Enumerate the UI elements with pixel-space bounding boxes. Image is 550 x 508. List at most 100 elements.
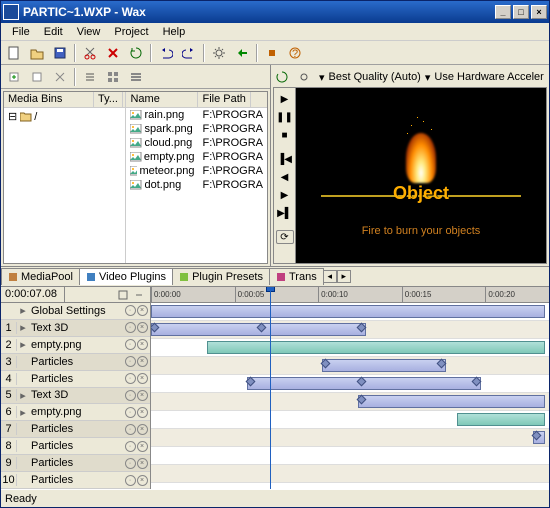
track-tool[interactable]: ·	[125, 441, 136, 452]
track-header[interactable]: 5▸Text 3D·×	[1, 388, 150, 405]
track-header[interactable]: 2▸empty.png·×	[1, 337, 150, 354]
timecode-display[interactable]: 0:00:07.08	[1, 287, 65, 302]
close-button[interactable]: ×	[531, 5, 547, 19]
menu-file[interactable]: File	[5, 24, 37, 40]
track-mute[interactable]: ×	[137, 373, 148, 384]
track-mute[interactable]: ×	[137, 441, 148, 452]
first-frame-button[interactable]: ▐◀	[277, 152, 293, 166]
track-tool[interactable]: ·	[125, 322, 136, 333]
track-tool[interactable]: ·	[125, 407, 136, 418]
maximize-button[interactable]: □	[513, 5, 529, 19]
track-header[interactable]: 6▸empty.png·×	[1, 404, 150, 421]
menu-project[interactable]: Project	[107, 24, 155, 40]
path-header[interactable]: File Path	[198, 92, 250, 107]
add-media-button[interactable]	[3, 67, 25, 87]
play-button[interactable]: ▶	[277, 92, 293, 106]
playhead-icon[interactable]	[266, 287, 275, 292]
track-mute[interactable]: ×	[137, 390, 148, 401]
tool2-button[interactable]	[26, 67, 48, 87]
prev-frame-button[interactable]: ◀	[277, 170, 293, 184]
track-header[interactable]: ▸Global Settings·×	[1, 303, 150, 320]
menu-view[interactable]: View	[70, 24, 108, 40]
track-header[interactable]: 4Particles·×	[1, 371, 150, 388]
track-mute[interactable]: ×	[137, 356, 148, 367]
track-header[interactable]: 9Particles·×	[1, 455, 150, 472]
refresh-button[interactable]	[125, 43, 147, 63]
next-frame-button[interactable]: ▶	[277, 188, 293, 202]
tab-mediapool[interactable]: MediaPool	[1, 268, 80, 285]
track-mute[interactable]: ×	[137, 424, 148, 435]
track-mute[interactable]: ×	[137, 458, 148, 469]
settings-button[interactable]	[208, 43, 230, 63]
file-row[interactable]: meteor.pngF:\PROGRA	[126, 164, 267, 178]
track-tool[interactable]: ·	[125, 356, 136, 367]
stop-button[interactable]: ■	[277, 128, 293, 142]
tl-tool2[interactable]	[132, 289, 146, 301]
track-tool[interactable]: ·	[125, 475, 136, 486]
redo-button[interactable]	[178, 43, 200, 63]
view-detail-button[interactable]	[125, 67, 147, 87]
file-row[interactable]: cloud.pngF:\PROGRA	[126, 136, 267, 150]
track-mute[interactable]: ×	[137, 339, 148, 350]
file-row[interactable]: rain.pngF:\PROGRA	[126, 108, 267, 122]
media-bins-tree[interactable]: Media BinsTy... ⊟ /	[4, 92, 126, 263]
view-thumb-button[interactable]	[102, 67, 124, 87]
quality-label[interactable]: Best Quality (Auto)	[329, 71, 421, 83]
track-mute[interactable]: ×	[137, 407, 148, 418]
track-mute[interactable]: ×	[137, 322, 148, 333]
tab-transitions[interactable]: Trans	[269, 268, 324, 285]
plugin-button[interactable]	[261, 43, 283, 63]
track-tool[interactable]: ·	[125, 390, 136, 401]
tab-video-plugins[interactable]: Video Plugins	[79, 268, 173, 285]
track-tool[interactable]: ·	[125, 458, 136, 469]
file-row[interactable]: dot.pngF:\PROGRA	[126, 178, 267, 192]
save-button[interactable]	[49, 43, 71, 63]
delete-button[interactable]	[102, 43, 124, 63]
object-text: Object	[393, 183, 449, 204]
track-header[interactable]: 7Particles·×	[1, 421, 150, 438]
view-list-button[interactable]	[79, 67, 101, 87]
file-row[interactable]: spark.pngF:\PROGRA	[126, 122, 267, 136]
tl-tool1[interactable]	[116, 289, 130, 301]
tab-scroll-right[interactable]: ▸	[337, 270, 351, 283]
tool3-button[interactable]	[49, 67, 71, 87]
track-tool[interactable]: ·	[125, 305, 136, 316]
timeline-grid[interactable]: ◂▸	[151, 303, 549, 489]
tab-scroll-left[interactable]: ◂	[323, 270, 337, 283]
track-mute[interactable]: ×	[137, 475, 148, 486]
last-frame-button[interactable]: ▶▌	[277, 206, 293, 220]
help-button[interactable]: ?	[284, 43, 306, 63]
menu-help[interactable]: Help	[156, 24, 193, 40]
track-header[interactable]: 10Particles·×	[1, 472, 150, 489]
timeline-ruler[interactable]: 0:00:00 0:00:05 0:00:10 0:00:15 0:00:20	[151, 287, 549, 302]
cut-button[interactable]	[79, 43, 101, 63]
app-icon	[3, 4, 19, 20]
minimize-button[interactable]: _	[495, 5, 511, 19]
image-icon	[130, 180, 142, 190]
name-header[interactable]: Name	[126, 92, 198, 107]
track-header[interactable]: 3Particles·×	[1, 354, 150, 371]
open-button[interactable]	[26, 43, 48, 63]
image-icon	[130, 124, 142, 134]
media-toolbar	[1, 65, 270, 89]
track-header[interactable]: 1▸Text 3D·×	[1, 320, 150, 337]
track-mute[interactable]: ×	[137, 305, 148, 316]
track-tool[interactable]: ·	[125, 424, 136, 435]
tab-plugin-presets[interactable]: Plugin Presets	[172, 268, 270, 285]
file-row[interactable]: empty.pngF:\PROGRA	[126, 150, 267, 164]
track-tool[interactable]: ·	[125, 373, 136, 384]
new-button[interactable]	[3, 43, 25, 63]
hw-accel-label[interactable]: Use Hardware Acceler	[434, 71, 543, 83]
track-header[interactable]: 8Particles·×	[1, 438, 150, 455]
undo-button[interactable]	[155, 43, 177, 63]
menu-edit[interactable]: Edit	[37, 24, 70, 40]
tree-root[interactable]: ⊟ /	[4, 108, 125, 125]
loop-button[interactable]: ⟳	[276, 230, 294, 244]
pause-button[interactable]: ❚❚	[277, 110, 293, 124]
render-button[interactable]	[231, 43, 253, 63]
preview-settings-button[interactable]	[295, 69, 313, 85]
preview-panel: ▾ Best Quality (Auto) ▾ Use Hardware Acc…	[271, 65, 549, 266]
track-tool[interactable]: ·	[125, 339, 136, 350]
preview-refresh-button[interactable]	[273, 69, 291, 85]
media-file-list[interactable]: NameFile Path rain.pngF:\PROGRAspark.png…	[126, 92, 267, 263]
